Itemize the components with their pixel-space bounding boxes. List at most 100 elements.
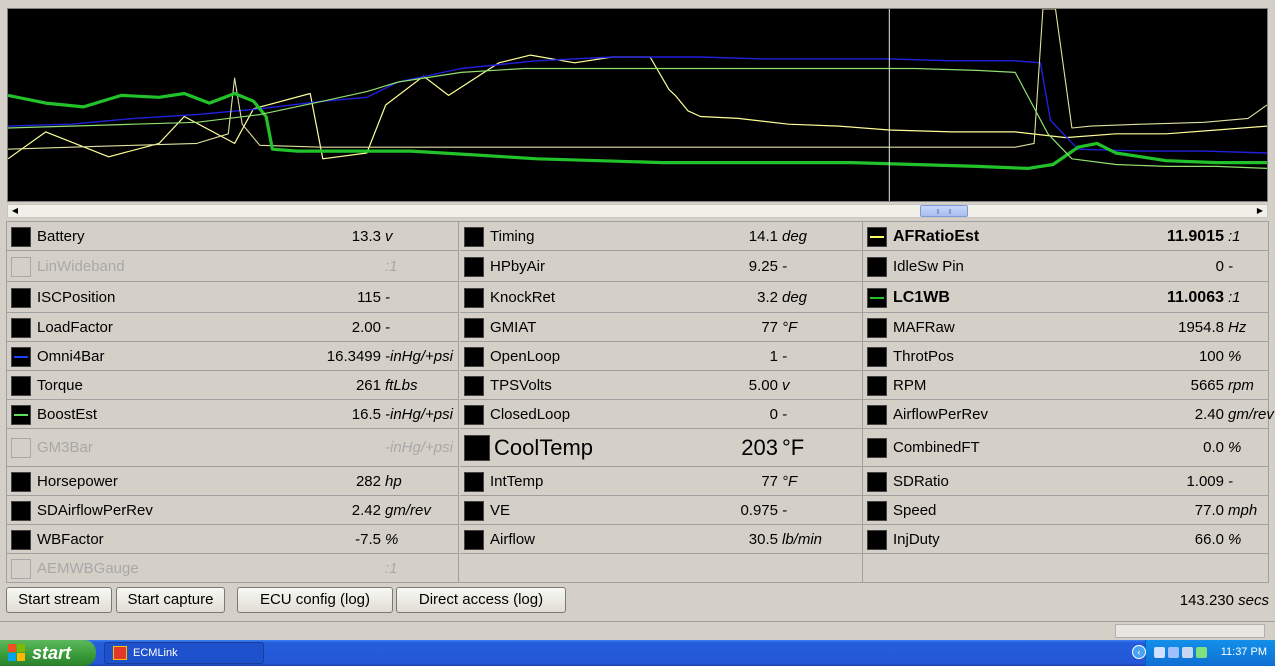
channel-mafraw[interactable]: MAFRaw 1954.8 Hz	[863, 313, 1268, 342]
start-button[interactable]: start	[0, 640, 96, 666]
channel-cooltemp[interactable]: CoolTemp 203 °F	[460, 429, 862, 467]
channel-color-swatch[interactable]	[867, 227, 887, 247]
direct-access-button[interactable]: Direct access (log)	[396, 587, 566, 613]
channel-color-swatch[interactable]	[464, 257, 484, 277]
channel-rpm[interactable]: RPM 5665 rpm	[863, 371, 1268, 400]
volume-icon[interactable]	[1168, 647, 1179, 658]
channel-color-swatch[interactable]	[11, 405, 31, 425]
channel-loadfactor[interactable]: LoadFactor 2.00-	[7, 313, 458, 342]
channel-color-swatch[interactable]	[11, 501, 31, 521]
channel-unit: °F	[782, 473, 798, 490]
channel-hpbyair[interactable]: HPbyAir 9.25-	[460, 251, 862, 282]
channel-name: AFRatioEst	[893, 228, 980, 245]
channel-color-swatch[interactable]	[11, 376, 31, 396]
channel-color-swatch[interactable]	[464, 405, 484, 425]
channel-color-swatch[interactable]	[11, 318, 31, 338]
channel-unit: -	[782, 348, 787, 365]
channel-color-swatch[interactable]	[464, 227, 484, 247]
channel-name: BoostEst	[37, 406, 98, 423]
channel-color-swatch[interactable]	[464, 530, 484, 550]
channel-gmiat[interactable]: GMIAT 77 °F	[460, 313, 862, 342]
taskbar-item-ecmlink[interactable]: ECMLink	[104, 642, 264, 664]
channel-color-swatch[interactable]	[11, 559, 31, 579]
channel-horsepower[interactable]: Horsepower 282 hp	[7, 467, 458, 496]
channel-unit: gm/rev	[1228, 406, 1274, 423]
scroll-left-arrow-icon[interactable]: ◀	[8, 205, 22, 217]
channel-injduty[interactable]: InjDuty 66.0%	[863, 525, 1268, 554]
graph-canvas[interactable]	[8, 9, 1267, 201]
channel-value: 0	[769, 406, 778, 423]
channel-name: AirflowPerRev	[893, 406, 989, 423]
channel-value: 66.0	[1194, 531, 1224, 548]
scroll-right-arrow-icon[interactable]: ▶	[1253, 205, 1267, 217]
channel-closedloop[interactable]: ClosedLoop 0-	[460, 400, 862, 429]
channel-combinedft[interactable]: CombinedFT 0.0%	[863, 429, 1268, 467]
channel-color-swatch[interactable]	[464, 501, 484, 521]
channel-airflowperrev[interactable]: AirflowPerRev 2.40 gm/rev	[863, 400, 1274, 429]
channel-knockret[interactable]: KnockRet 3.2 deg	[460, 282, 862, 313]
channel-color-swatch[interactable]	[11, 530, 31, 550]
channel-color-swatch[interactable]	[11, 472, 31, 492]
security-icon[interactable]	[1182, 647, 1193, 658]
status-strip	[0, 621, 1275, 640]
channel-linwideband[interactable]: LinWideband:1	[7, 251, 458, 282]
channel-color-swatch[interactable]	[464, 435, 490, 461]
channel-color-swatch[interactable]	[867, 288, 887, 308]
network-icon[interactable]	[1154, 647, 1165, 658]
channel-color-swatch[interactable]	[867, 472, 887, 492]
channel-unit: -inHg/+psi	[385, 439, 453, 456]
channel-color-swatch[interactable]	[867, 257, 887, 277]
channel-openloop[interactable]: OpenLoop 1-	[460, 342, 862, 371]
channel-name: SDRatio	[893, 473, 949, 490]
channel-color-swatch[interactable]	[867, 405, 887, 425]
channel-idlesw-pin[interactable]: IdleSw Pin 0-	[863, 251, 1268, 282]
channel-wbfactor[interactable]: WBFactor -7.5%	[7, 525, 458, 554]
channel-color-swatch[interactable]	[464, 288, 484, 308]
channel-color-swatch[interactable]	[11, 347, 31, 367]
channel-color-swatch[interactable]	[464, 376, 484, 396]
channel-aemwbgauge[interactable]: AEMWBGauge:1	[7, 554, 458, 583]
channel-color-swatch[interactable]	[867, 347, 887, 367]
channel-unit: %	[1228, 531, 1242, 548]
status-resizer[interactable]	[1115, 624, 1265, 638]
channel-sdratio[interactable]: SDRatio 1.009-	[863, 467, 1268, 496]
channel-timing[interactable]: Timing 14.1 deg	[460, 222, 862, 251]
channel-color-swatch[interactable]	[11, 288, 31, 308]
channel-color-swatch[interactable]	[867, 376, 887, 396]
channel-color-swatch[interactable]	[867, 530, 887, 550]
channel-iscposition[interactable]: ISCPosition 115-	[7, 282, 458, 313]
start-stream-button[interactable]: Start stream	[6, 587, 112, 613]
channel-battery[interactable]: Battery 13.3 v	[7, 222, 458, 251]
channel-torque[interactable]: Torque 261 ftLbs	[7, 371, 458, 400]
channel-value: 5.00	[748, 377, 778, 394]
channel-gm3bar[interactable]: GM3Bar -inHg/+psi	[7, 429, 458, 467]
channel-color-swatch[interactable]	[867, 318, 887, 338]
channel-name: Timing	[490, 228, 535, 245]
channel-tpsvolts[interactable]: TPSVolts 5.00 v	[460, 371, 862, 400]
start-capture-button[interactable]: Start capture	[116, 587, 225, 613]
channel-speed[interactable]: Speed 77.0 mph	[863, 496, 1268, 525]
channel-color-swatch[interactable]	[464, 347, 484, 367]
ecu-config-button[interactable]: ECU config (log)	[237, 587, 393, 613]
update-icon[interactable]	[1196, 647, 1207, 658]
scroll-thumb[interactable]	[920, 205, 968, 217]
channel-sdairflowperrev[interactable]: SDAirflowPerRev 2.42 gm/rev	[7, 496, 458, 525]
channel-color-swatch[interactable]	[11, 438, 31, 458]
channel-afratioest[interactable]: AFRatioEst 11.9015:1	[863, 222, 1268, 251]
tray-expand-icon[interactable]: ‹	[1132, 645, 1146, 659]
channel-airflow[interactable]: Airflow 30.5 lb/min	[460, 525, 862, 554]
channel-throtpos[interactable]: ThrotPos 100%	[863, 342, 1268, 371]
channel-lc1wb[interactable]: LC1WB 11.0063:1	[863, 282, 1268, 313]
channel-color-swatch[interactable]	[464, 318, 484, 338]
channel-boostest[interactable]: BoostEst 16.5 -inHg/+psi	[7, 400, 458, 429]
channel-omni4bar[interactable]: Omni4Bar 16.3499 -inHg/+psi	[7, 342, 458, 371]
graph-scrollbar[interactable]: ◀ ▶	[7, 204, 1268, 218]
channel-inttemp[interactable]: IntTemp 77 °F	[460, 467, 862, 496]
channel-color-swatch[interactable]	[11, 257, 31, 277]
channel-color-swatch[interactable]	[11, 227, 31, 247]
channel-color-swatch[interactable]	[867, 501, 887, 521]
data-graph[interactable]	[7, 8, 1268, 202]
channel-color-swatch[interactable]	[867, 438, 887, 458]
channel-color-swatch[interactable]	[464, 472, 484, 492]
channel-ve[interactable]: VE 0.975-	[460, 496, 862, 525]
